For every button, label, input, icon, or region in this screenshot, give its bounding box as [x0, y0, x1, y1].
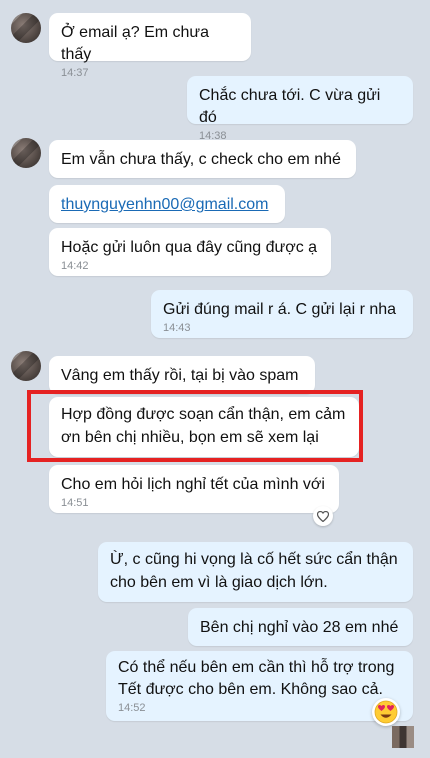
message-text: Gửi đúng mail r á. C gửi lại r nha: [163, 301, 397, 318]
message-bubble-incoming[interactable]: Ở email ạ? Em chưa thấy 14:37: [49, 13, 251, 79]
message-bubble-outgoing[interactable]: Ừ, c cũng hi vọng là cố hết sức cẩn thận…: [98, 542, 413, 602]
message-text: Hoặc gửi luôn qua đây cũng được ạ: [61, 239, 318, 256]
message-bubble-outgoing[interactable]: Gửi đúng mail r á. C gửi lại r nha 14:43: [151, 290, 413, 338]
message-bubble-incoming[interactable]: Vâng em thấy rồi, tại bị vào spam: [49, 356, 315, 394]
message-bubble-outgoing[interactable]: Có thể nếu bên em cần thì hỗ trợ trong T…: [106, 651, 413, 721]
heart-reaction[interactable]: [313, 506, 333, 526]
message-text: Bên chị nghỉ vào 28 em nhé: [200, 619, 399, 636]
message-text-line: Tết được cho bên em. Không sao cả.: [118, 681, 383, 698]
email-link[interactable]: thuynguyenhn00@gmail.com: [61, 196, 268, 213]
message-text: Chắc chưa tới. C vừa gửi đó: [199, 87, 381, 126]
message-bubble-incoming[interactable]: thuynguyenhn00@gmail.com: [49, 185, 285, 223]
message-bubble-incoming[interactable]: Cho em hỏi lịch nghỉ tết của mình với 14…: [49, 465, 339, 513]
message-text: Em vẫn chưa thấy, c check cho em nhé: [61, 151, 341, 168]
contact-avatar[interactable]: [11, 351, 41, 381]
message-text-line: Ừ, c cũng hi vọng là cố hết sức cẩn thận: [110, 551, 398, 568]
message-text-line: Có thể nếu bên em cần thì hỗ trợ trong: [118, 659, 395, 676]
message-bubble-incoming[interactable]: Hoặc gửi luôn qua đây cũng được ạ 14:42: [49, 228, 331, 276]
message-text: Cho em hỏi lịch nghỉ tết của mình với: [61, 476, 325, 493]
message-time: 14:52: [118, 702, 146, 714]
message-text-line: cho bên em vì là giao dịch lớn.: [110, 574, 328, 591]
message-bubble-outgoing[interactable]: Chắc chưa tới. C vừa gửi đó 14:38: [187, 76, 413, 142]
message-time: 14:43: [163, 322, 191, 334]
message-bubble-incoming[interactable]: Em vẫn chưa thấy, c check cho em nhé: [49, 140, 356, 178]
message-text: Ở email ạ? Em chưa thấy: [61, 24, 210, 63]
message-time: 14:42: [61, 260, 89, 272]
user-avatar: [392, 726, 414, 748]
contact-avatar[interactable]: [11, 138, 41, 168]
message-time: 14:51: [61, 497, 89, 509]
heart-icon: [317, 510, 329, 522]
heart-eyes-emoji-icon: [374, 700, 398, 724]
emoji-reaction[interactable]: [372, 698, 400, 726]
message-bubble-outgoing[interactable]: Bên chị nghỉ vào 28 em nhé: [188, 608, 413, 646]
contact-avatar[interactable]: [11, 13, 41, 43]
highlight-frame: [27, 390, 363, 462]
message-text: Vâng em thấy rồi, tại bị vào spam: [61, 367, 299, 384]
